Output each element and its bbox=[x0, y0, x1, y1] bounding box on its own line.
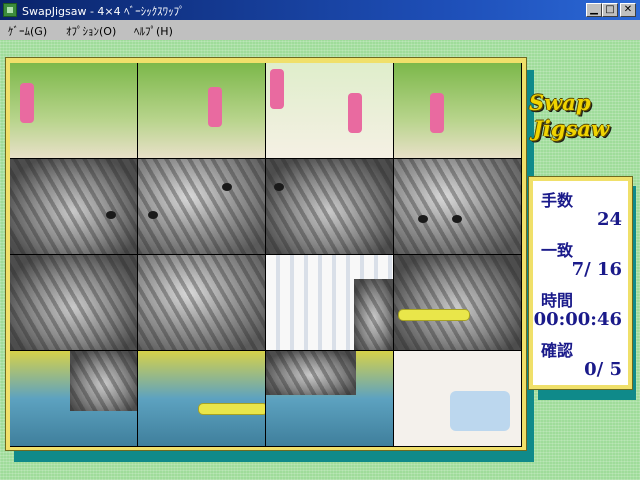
moves-value: 24 bbox=[596, 209, 622, 230]
match-label: 一致 bbox=[541, 241, 574, 260]
puzzle-tile[interactable] bbox=[10, 351, 138, 447]
puzzle-tile[interactable] bbox=[266, 351, 394, 447]
stats-inner: 手数 24 一致 7/ 16 時間 00:00:46 確認 0/ 5 bbox=[533, 181, 628, 385]
match-value: 7/ 16 bbox=[571, 259, 622, 280]
swap-jigsaw-logo: Swap Jigsaw bbox=[527, 90, 637, 150]
stats-panel: 手数 24 一致 7/ 16 時間 00:00:46 確認 0/ 5 bbox=[528, 176, 633, 390]
close-button[interactable]: ✕ bbox=[620, 3, 636, 17]
check-value: 0/ 5 bbox=[584, 359, 622, 380]
logo-line-jigsaw: Jigsaw bbox=[533, 116, 610, 141]
time-value: 00:00:46 bbox=[533, 309, 622, 330]
puzzle-tile[interactable] bbox=[266, 255, 394, 351]
puzzle-tile[interactable] bbox=[138, 255, 266, 351]
client-area: Swap Jigsaw 手数 24 一致 7/ 16 時間 00:00:46 確… bbox=[0, 40, 640, 480]
menu-options[interactable]: ｵﾌﾟｼｮﾝ(O) bbox=[66, 23, 116, 39]
puzzle-tile[interactable] bbox=[138, 63, 266, 159]
puzzle-tile[interactable] bbox=[394, 63, 522, 159]
time-label: 時間 bbox=[541, 291, 574, 310]
maximize-button[interactable]: □ bbox=[602, 3, 618, 17]
puzzle-tile[interactable] bbox=[394, 255, 522, 351]
puzzle-tile[interactable] bbox=[10, 63, 138, 159]
menu-bar: ｹﾞｰﾑ(G) ｵﾌﾟｼｮﾝ(O) ﾍﾙﾌﾟ(H) bbox=[0, 20, 640, 40]
menu-help[interactable]: ﾍﾙﾌﾟ(H) bbox=[134, 23, 173, 39]
minimize-button[interactable]: ▁ bbox=[586, 3, 602, 17]
app-icon[interactable] bbox=[3, 3, 17, 17]
logo-line-swap: Swap bbox=[529, 90, 591, 115]
moves-label: 手数 bbox=[541, 191, 574, 210]
puzzle-tile[interactable] bbox=[394, 159, 522, 255]
puzzle-tile[interactable] bbox=[266, 63, 394, 159]
puzzle-tile[interactable] bbox=[138, 159, 266, 255]
puzzle-tile[interactable] bbox=[266, 159, 394, 255]
puzzle-tile[interactable] bbox=[10, 159, 138, 255]
title-bar: SwapJigsaw - 4×4 ﾍﾞｰｼｯｸｽﾜｯﾌﾟ ▁ □ ✕ bbox=[0, 0, 640, 20]
puzzle-tile[interactable] bbox=[138, 351, 266, 447]
puzzle-tile[interactable] bbox=[10, 255, 138, 351]
puzzle-board bbox=[10, 63, 522, 447]
window-title: SwapJigsaw - 4×4 ﾍﾞｰｼｯｸｽﾜｯﾌﾟ bbox=[22, 5, 185, 18]
menu-game[interactable]: ｹﾞｰﾑ(G) bbox=[8, 23, 47, 39]
puzzle-tile[interactable] bbox=[394, 351, 522, 447]
check-label: 確認 bbox=[541, 341, 574, 360]
